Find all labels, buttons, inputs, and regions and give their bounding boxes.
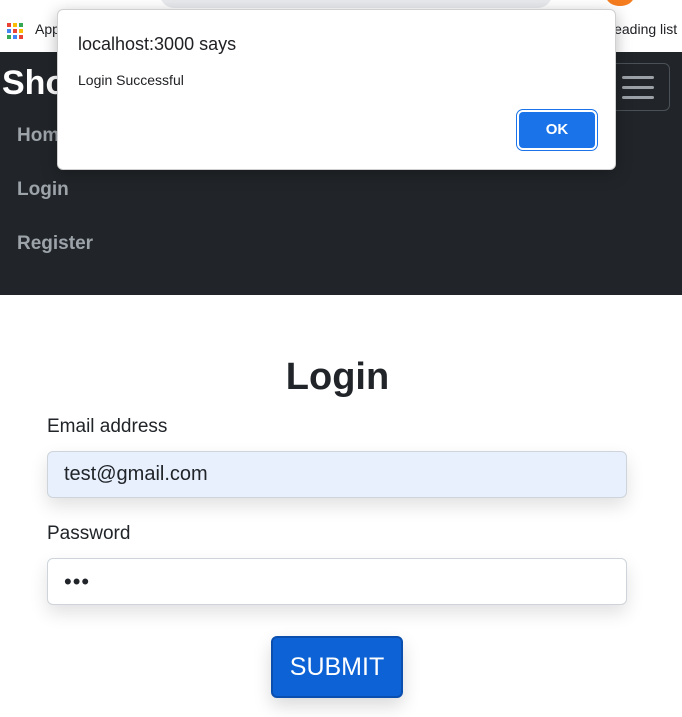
email-value: test@gmail.com — [64, 463, 208, 485]
apps-grid-icon[interactable] — [7, 23, 23, 39]
nav-link-login[interactable]: Login — [17, 179, 69, 201]
password-field[interactable]: ••• — [47, 558, 627, 605]
apps-grid-dot — [13, 29, 17, 33]
email-label: Email address — [47, 416, 168, 437]
apps-grid-dot — [7, 29, 11, 33]
password-label: Password — [47, 523, 131, 544]
password-value: ••• — [64, 569, 91, 594]
alert-dialog: localhost:3000 says Login Successful OK — [57, 9, 616, 170]
apps-grid-dot — [7, 35, 11, 39]
dialog-message: Login Successful — [78, 72, 184, 88]
hamburger-icon-line — [622, 96, 654, 99]
apps-grid-dot — [19, 35, 23, 39]
profile-avatar[interactable] — [606, 0, 634, 6]
nav-link-register[interactable]: Register — [17, 233, 93, 255]
dialog-title: localhost:3000 says — [78, 34, 237, 54]
submit-button[interactable]: SUBMIT — [271, 636, 403, 698]
apps-grid-dot — [7, 23, 11, 27]
apps-grid-dot — [19, 29, 23, 33]
hamburger-icon-line — [622, 76, 654, 79]
ok-button[interactable]: OK — [519, 112, 595, 148]
page-title: Login — [285, 356, 390, 398]
address-bar[interactable] — [160, 0, 552, 8]
hamburger-icon-line — [622, 86, 654, 89]
apps-grid-dot — [13, 23, 17, 27]
email-field[interactable]: test@gmail.com — [47, 451, 627, 498]
apps-grid-dot — [19, 23, 23, 27]
apps-grid-dot — [13, 35, 17, 39]
